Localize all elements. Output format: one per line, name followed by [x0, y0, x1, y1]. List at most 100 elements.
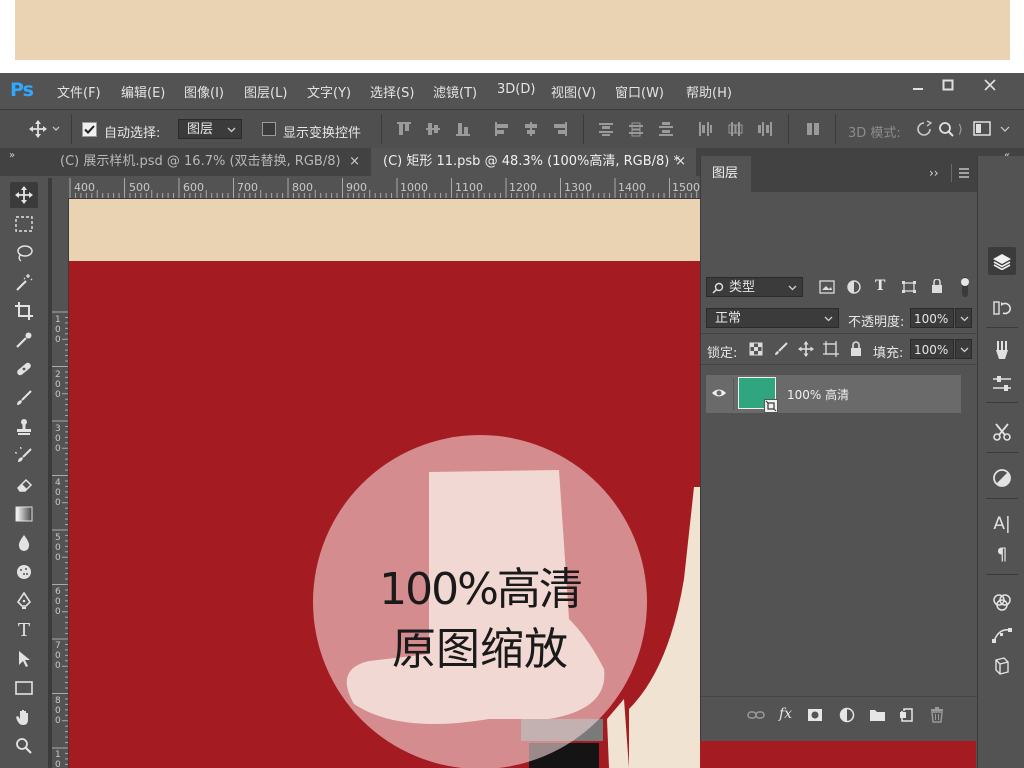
- crop-tool[interactable]: [10, 298, 38, 324]
- eyedropper-tool[interactable]: [10, 327, 38, 353]
- show-transform-checkbox[interactable]: [262, 122, 277, 140]
- workspace-icon[interactable]: [973, 121, 995, 137]
- panel-collapse-icon[interactable]: ››: [929, 166, 939, 180]
- menu-type[interactable]: 文字(Y): [307, 82, 351, 101]
- tab-document-2[interactable]: (C) 矩形 11.psb @ 48.3% (100%高清, RGB/8) * …: [371, 148, 696, 176]
- overflow-chevron[interactable]: ⟩: [958, 122, 963, 136]
- tool-preset-picker[interactable]: [28, 119, 62, 139]
- lock-transparent-icon[interactable]: [749, 342, 763, 356]
- align-top-icon[interactable]: [396, 121, 412, 137]
- menu-window[interactable]: 窗口(W): [615, 82, 664, 101]
- distribute-bottom-icon[interactable]: [658, 121, 674, 137]
- marquee-tool[interactable]: [10, 211, 38, 237]
- 3d-dock-button[interactable]: [988, 652, 1016, 680]
- tab-close-icon[interactable]: ×: [349, 148, 360, 176]
- gradient-tool[interactable]: [10, 501, 38, 527]
- paths-dock-button[interactable]: [988, 621, 1016, 649]
- character-dock-button[interactable]: A|: [988, 510, 1016, 538]
- distribute-right-icon[interactable]: [757, 121, 773, 137]
- align-bottom-icon[interactable]: [455, 121, 471, 137]
- trash-icon[interactable]: [930, 707, 944, 723]
- chevron-down-icon[interactable]: [1000, 126, 1010, 133]
- menu-select[interactable]: 选择(S): [370, 82, 414, 101]
- properties-dock-button[interactable]: [988, 370, 1016, 398]
- fill-dropdown[interactable]: [955, 339, 972, 359]
- dodge-tool[interactable]: [10, 559, 38, 585]
- menu-filter[interactable]: 滤镜(T): [433, 82, 477, 101]
- fill-input[interactable]: 100%: [910, 339, 954, 359]
- distribute-left-icon[interactable]: [697, 121, 713, 137]
- add-mask-icon[interactable]: [807, 708, 823, 722]
- brush-tool[interactable]: [10, 385, 38, 411]
- folder-icon[interactable]: [869, 708, 886, 722]
- healing-brush-tool[interactable]: [10, 356, 38, 382]
- opacity-dropdown[interactable]: [955, 308, 972, 328]
- brushes-dock-button[interactable]: [988, 336, 1016, 364]
- filter-type-icon[interactable]: T: [875, 278, 885, 294]
- distribute-vertical-center-icon[interactable]: [628, 121, 644, 137]
- tool-presets-dock-button[interactable]: [988, 418, 1016, 446]
- filter-adjustment-icon[interactable]: [846, 280, 862, 294]
- channels-dock-button[interactable]: [988, 588, 1016, 616]
- history-brush-tool[interactable]: [10, 443, 38, 469]
- tab-close-icon[interactable]: ×: [675, 148, 686, 176]
- lock-all-icon[interactable]: [849, 341, 863, 357]
- 3d-rotate-icon[interactable]: [915, 120, 937, 138]
- distribute-horizontal-center-icon[interactable]: [727, 121, 743, 137]
- panel-menu-icon[interactable]: [958, 167, 970, 179]
- menu-file[interactable]: 文件(F): [57, 82, 101, 101]
- type-tool[interactable]: T: [10, 617, 38, 643]
- menu-edit[interactable]: 编辑(E): [121, 82, 165, 101]
- align-vertical-center-icon[interactable]: [425, 121, 441, 137]
- 3d-roll-icon[interactable]: [936, 120, 958, 138]
- magic-wand-tool[interactable]: [10, 269, 38, 295]
- menu-layer[interactable]: 图层(L): [244, 82, 287, 101]
- filter-pixel-icon[interactable]: [819, 280, 835, 294]
- zoom-tool[interactable]: [10, 733, 38, 759]
- filter-shape-icon[interactable]: [901, 280, 917, 294]
- eye-icon[interactable]: [711, 387, 727, 399]
- layers-dock-button[interactable]: [988, 247, 1016, 275]
- move-tool[interactable]: [10, 182, 38, 208]
- filter-toggle-icon[interactable]: [959, 277, 971, 297]
- distribute-top-icon[interactable]: [598, 121, 614, 137]
- menu-help[interactable]: 帮助(H): [686, 82, 732, 101]
- tab-layers[interactable]: 图层: [701, 156, 751, 192]
- maximize-button[interactable]: [928, 73, 968, 97]
- menu-3d[interactable]: 3D(D): [497, 82, 535, 97]
- align-right-icon[interactable]: [552, 121, 568, 137]
- pen-tool[interactable]: [10, 588, 38, 614]
- layer-filter-dropdown[interactable]: 类型: [706, 277, 803, 297]
- blur-tool[interactable]: [10, 530, 38, 556]
- auto-select-target-dropdown[interactable]: 图层: [178, 119, 242, 139]
- link-icon[interactable]: [747, 709, 765, 721]
- auto-select-checkbox[interactable]: [82, 122, 97, 140]
- tab-document-1[interactable]: (C) 展示样机.psd @ 16.7% (双击替换, RGB/8) ×: [48, 148, 370, 176]
- lock-position-icon[interactable]: [798, 341, 814, 357]
- path-selection-tool[interactable]: [10, 646, 38, 672]
- blend-mode-dropdown[interactable]: 正常: [706, 308, 839, 328]
- lock-pixels-icon[interactable]: [773, 341, 789, 357]
- menu-view[interactable]: 视图(V): [551, 82, 596, 101]
- eraser-tool[interactable]: [10, 472, 38, 498]
- layer-name[interactable]: 100% 高清: [787, 386, 849, 403]
- auto-align-icon[interactable]: [805, 121, 821, 137]
- history-dock-button[interactable]: [988, 294, 1016, 322]
- adjustment-layer-icon[interactable]: [839, 707, 855, 723]
- menu-image[interactable]: 图像(I): [184, 82, 224, 101]
- filter-smart-object-icon[interactable]: [929, 279, 945, 295]
- paragraph-dock-button[interactable]: ¶: [988, 541, 1016, 569]
- new-layer-icon[interactable]: [899, 707, 915, 723]
- clone-stamp-tool[interactable]: [10, 414, 38, 440]
- align-left-icon[interactable]: [494, 121, 510, 137]
- lock-artboard-icon[interactable]: [823, 341, 839, 357]
- align-horizontal-center-icon[interactable]: [523, 121, 539, 137]
- rectangle-tool[interactable]: [10, 675, 38, 701]
- close-window-button[interactable]: [970, 73, 1010, 97]
- layer-row[interactable]: 100% 高清: [706, 375, 961, 413]
- fx-icon[interactable]: fx: [779, 706, 792, 722]
- lasso-tool[interactable]: [10, 240, 38, 266]
- adjustments-dock-button[interactable]: [988, 464, 1016, 492]
- collapse-toolbar-icon[interactable]: »: [9, 150, 15, 161]
- opacity-input[interactable]: 100%: [910, 308, 954, 328]
